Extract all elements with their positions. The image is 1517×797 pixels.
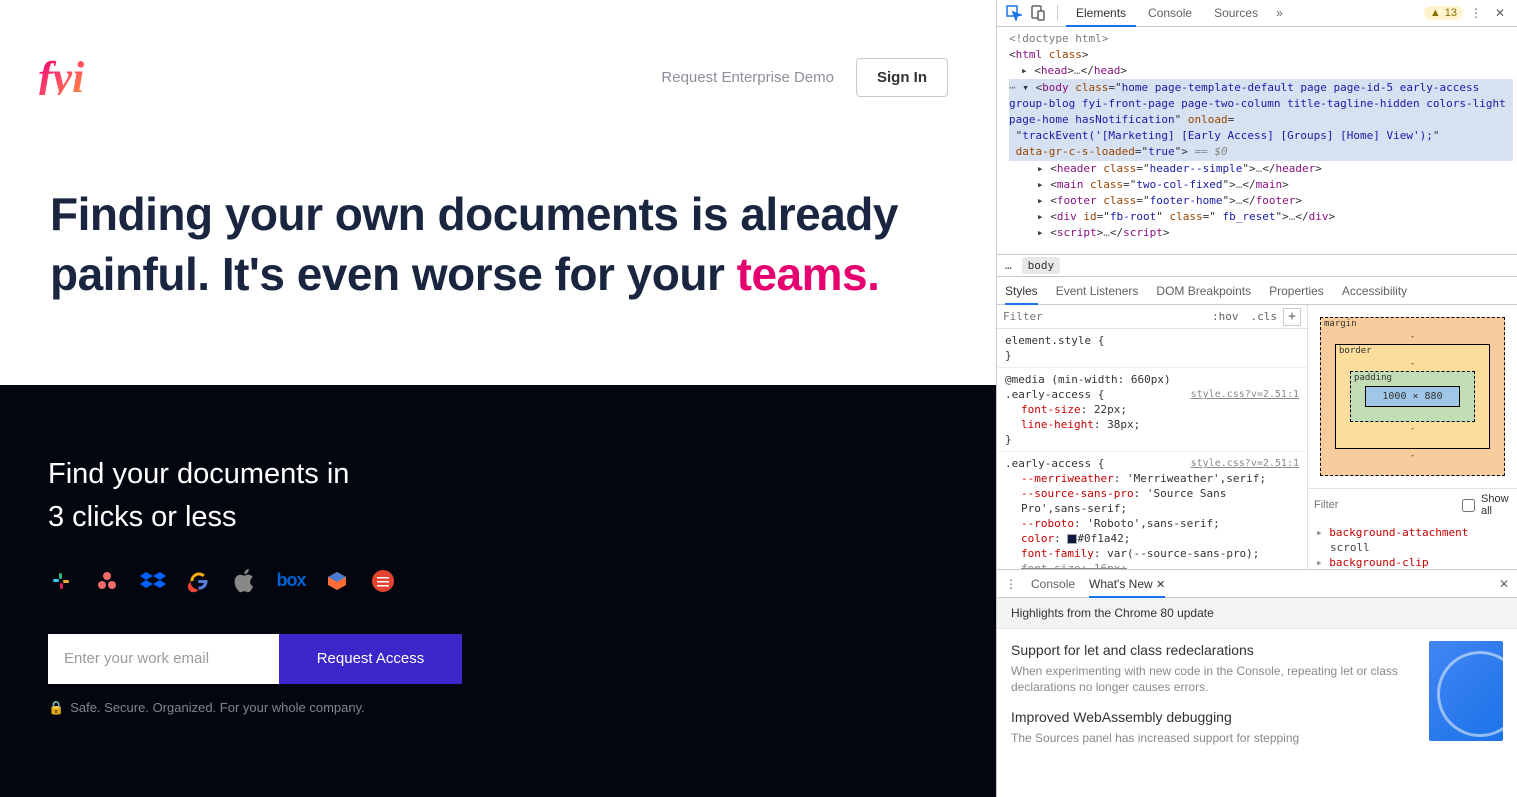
cls-toggle[interactable]: .cls (1245, 310, 1284, 323)
apple-icon (232, 568, 258, 594)
color-swatch[interactable] (1067, 534, 1077, 544)
head-node[interactable]: ▸ <head>…</head> (1009, 63, 1513, 79)
todo-icon (370, 568, 396, 594)
close-devtools-icon[interactable]: ✕ (1489, 2, 1511, 24)
hero-line1: Finding your own documents is already (50, 188, 898, 240)
html-node[interactable]: <html class> (1009, 47, 1513, 63)
rule-early-access[interactable]: .early-access {style.css?v=2.51:1 --merr… (997, 452, 1307, 569)
computed-list[interactable]: ▸ background-attachment scroll ▸ backgro… (1308, 521, 1517, 574)
kebab-icon[interactable]: ⋮ (1465, 2, 1487, 24)
rule-element-style[interactable]: element.style { } (997, 329, 1307, 368)
styles-filter-input[interactable] (1003, 310, 1206, 323)
drawer-banner: Highlights from the Chrome 80 update (997, 598, 1517, 629)
drawer-tab-whatsnew[interactable]: What's New ✕ (1089, 571, 1165, 597)
page-header: fyi Request Enterprise Demo Sign In (0, 0, 996, 115)
drawer-text: Support for let and class redeclarations… (1011, 641, 1417, 759)
div-node[interactable]: ▸ <div id="fb-root" class=" fb_reset">…<… (1009, 209, 1513, 225)
tab-elements[interactable]: Elements (1066, 0, 1136, 26)
tab-properties[interactable]: Properties (1269, 278, 1324, 304)
hero-heading: Finding your own documents is already pa… (50, 185, 946, 305)
drawer: ⋮ Console What's New ✕ ✕ Highlights from… (997, 570, 1517, 797)
google-icon (186, 568, 212, 594)
request-demo-link[interactable]: Request Enterprise Demo (661, 69, 834, 86)
computed-filter-row: Show all (1308, 488, 1517, 521)
tab-styles[interactable]: Styles (1005, 278, 1038, 304)
dark-title: Find your documents in 3 clicks or less (48, 453, 948, 540)
dark-line1: Find your documents in (48, 458, 349, 490)
computed-filter-input[interactable] (1314, 499, 1456, 511)
inspect-icon[interactable] (1003, 2, 1025, 24)
styles-tabbar: Styles Event Listeners DOM Breakpoints P… (997, 277, 1517, 305)
tabs-more[interactable]: » (1270, 6, 1289, 20)
show-all-checkbox[interactable] (1462, 499, 1475, 512)
signup-row: Request Access (48, 634, 462, 684)
show-all-label: Show all (1481, 493, 1511, 517)
dropbox-icon (140, 568, 166, 594)
secure-text: Safe. Secure. Organized. For your whole … (70, 700, 365, 715)
warnings-badge[interactable]: ▲ 13 (1424, 6, 1463, 20)
sign-in-button[interactable]: Sign In (856, 58, 948, 97)
styles-rules[interactable]: :hov .cls + element.style { } @media (mi… (997, 305, 1307, 569)
drawer-h1[interactable]: Support for let and class redeclarations (1011, 641, 1417, 661)
drawer-kebab-icon[interactable]: ⋮ (1005, 577, 1017, 591)
secure-line: 🔒 Safe. Secure. Organized. For your whol… (48, 700, 948, 716)
script-node[interactable]: ▸ <script>…</script> (1009, 225, 1513, 241)
box-model[interactable]: margin - border - padding 1000 × 880 - - (1308, 305, 1517, 488)
dark-section: Find your documents in 3 clicks or less … (0, 385, 996, 797)
doctype: <!doctype html> (1009, 31, 1513, 47)
breadcrumb-bar[interactable]: … body (997, 255, 1517, 277)
devtools-panel: Elements Console Sources » ▲ 13 ⋮ ✕ <!do… (996, 0, 1517, 797)
tab-event-listeners[interactable]: Event Listeners (1056, 278, 1139, 304)
dark-line2: 3 clicks or less (48, 501, 237, 533)
close-tab-icon[interactable]: ✕ (1156, 579, 1165, 591)
drawer-p2: The Sources panel has increased support … (1011, 730, 1417, 747)
device-icon[interactable] (1027, 2, 1049, 24)
devtools-tabbar: Elements Console Sources » ▲ 13 ⋮ ✕ (997, 0, 1517, 27)
drawer-tabs: ⋮ Console What's New ✕ ✕ (997, 570, 1517, 598)
tab-accessibility[interactable]: Accessibility (1342, 278, 1407, 304)
slack-icon (48, 568, 74, 594)
footer-node[interactable]: ▸ <footer class="footer-home">…</footer> (1009, 193, 1513, 209)
tab-console[interactable]: Console (1138, 0, 1202, 26)
hero-line2a: painful. It's even worse for your (50, 248, 737, 300)
tab-dom-breakpoints[interactable]: DOM Breakpoints (1156, 278, 1251, 304)
drawer-tab-console[interactable]: Console (1031, 571, 1075, 597)
rule-media-early-access[interactable]: @media (min-width: 660px) .early-access … (997, 368, 1307, 452)
drawer-p1: When experimenting with new code in the … (1011, 663, 1417, 697)
add-rule-button[interactable]: + (1283, 308, 1301, 326)
dom-tree[interactable]: <!doctype html> <html class> ▸ <head>…</… (997, 27, 1517, 255)
close-drawer-icon[interactable]: ✕ (1499, 577, 1509, 591)
breadcrumb-root[interactable]: … (1005, 259, 1012, 272)
drawer-image (1429, 641, 1503, 741)
header-node[interactable]: ▸ <header class="header--simple">…</head… (1009, 161, 1513, 177)
request-access-button[interactable]: Request Access (279, 634, 462, 684)
hero-accent: teams. (737, 248, 880, 300)
webpage: fyi Request Enterprise Demo Sign In Find… (0, 0, 996, 797)
lock-icon: 🔒 (48, 700, 64, 716)
breadcrumb-body[interactable]: body (1022, 257, 1061, 274)
logo[interactable]: fyi (38, 60, 84, 95)
cube-icon (324, 568, 350, 594)
main-node[interactable]: ▸ <main class="two-col-fixed">…</main> (1009, 177, 1513, 193)
hov-toggle[interactable]: :hov (1206, 310, 1245, 323)
asana-icon (94, 568, 120, 594)
header-actions: Request Enterprise Demo Sign In (661, 58, 948, 97)
box-icon: box (278, 568, 304, 594)
tab-sources[interactable]: Sources (1204, 0, 1268, 26)
styles-body: :hov .cls + element.style { } @media (mi… (997, 305, 1517, 570)
styles-filter-row: :hov .cls + (997, 305, 1307, 329)
computed-pane: margin - border - padding 1000 × 880 - -… (1307, 305, 1517, 569)
drawer-h2[interactable]: Improved WebAssembly debugging (1011, 708, 1417, 728)
integrations-row: box (48, 568, 948, 594)
drawer-content: Support for let and class redeclarations… (997, 629, 1517, 771)
body-node-selected[interactable]: ⋯ ▾ <body class="home page-template-defa… (1009, 79, 1513, 161)
hero: Finding your own documents is already pa… (0, 115, 996, 385)
email-input[interactable] (48, 634, 279, 684)
